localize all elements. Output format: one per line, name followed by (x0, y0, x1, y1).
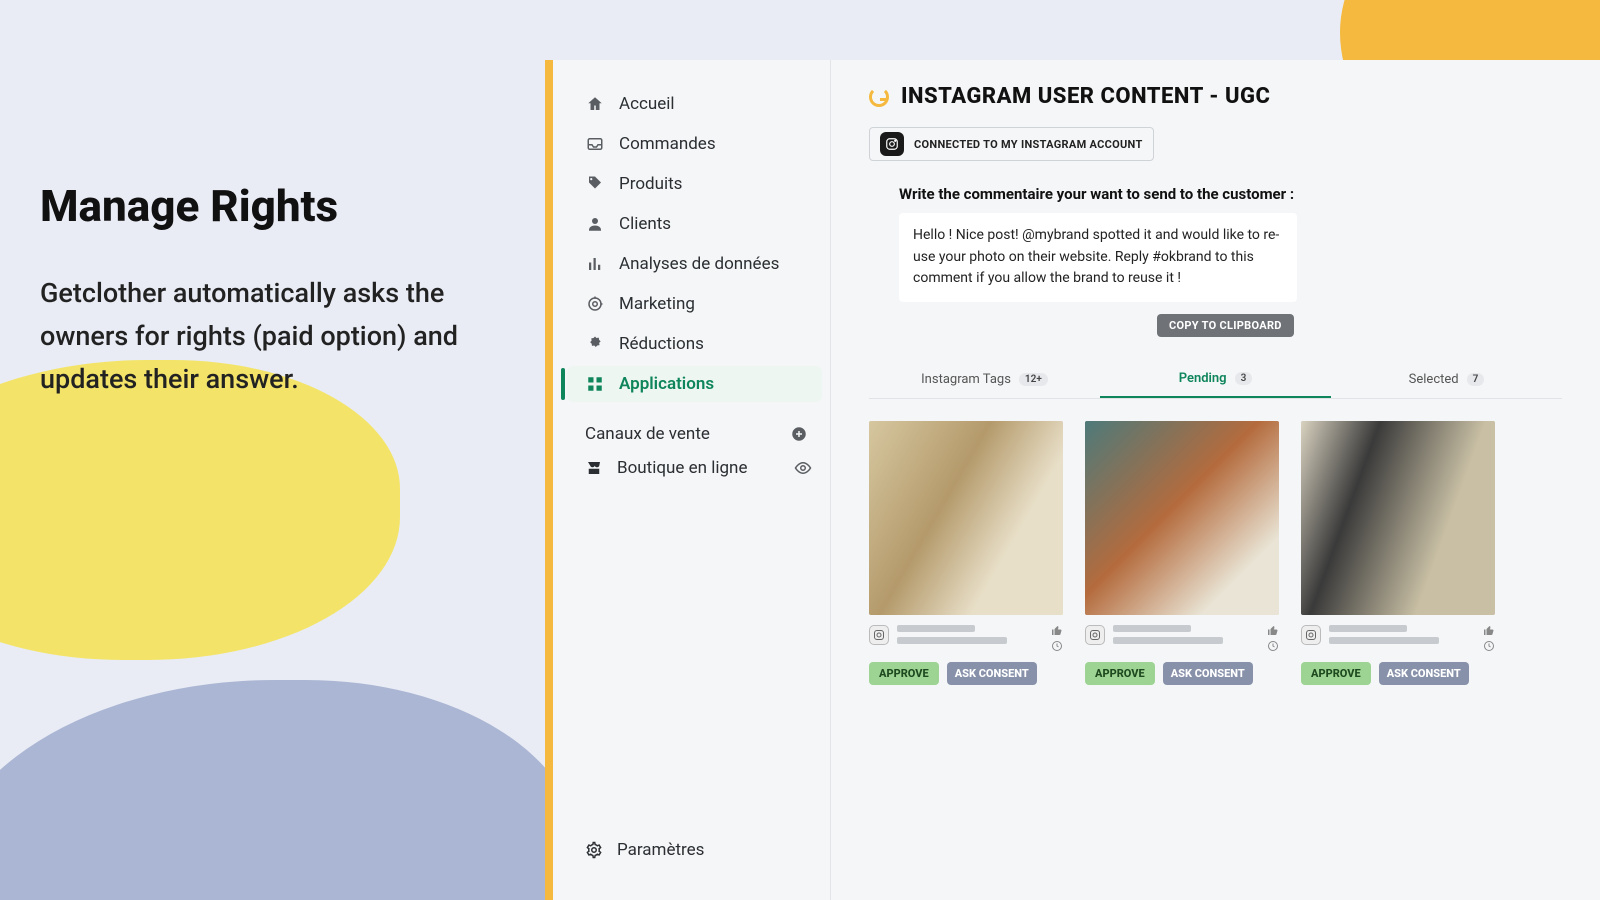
approve-button[interactable]: APPROVE (869, 662, 939, 685)
tab-pending[interactable]: Pending 3 (1100, 361, 1331, 398)
sidebar-item-apps[interactable]: Applications (567, 366, 822, 402)
tabs: Instagram Tags 12+ Pending 3 Selected 7 (869, 361, 1562, 399)
target-icon (585, 294, 605, 314)
ask-consent-button[interactable]: ASK CONSENT (1379, 662, 1469, 685)
tab-label: Instagram Tags (921, 372, 1011, 387)
tab-count-badge: 12+ (1019, 373, 1048, 386)
store-icon (585, 459, 603, 477)
compose-textarea[interactable]: Hello ! Nice post! @mybrand spotted it a… (899, 213, 1297, 302)
meta-right (1051, 625, 1063, 652)
ugc-card: APPROVE ASK CONSENT (1301, 421, 1495, 685)
decorative-blob-yellow (0, 360, 400, 660)
sidebar-item-label: Boutique en ligne (617, 458, 747, 478)
user-icon (585, 214, 605, 234)
tab-count-badge: 7 (1467, 373, 1485, 386)
ask-consent-button[interactable]: ASK CONSENT (947, 662, 1037, 685)
cards-grid: APPROVE ASK CONSENT (869, 421, 1562, 685)
instagram-connect-badge[interactable]: CONNECTED TO MY INSTAGRAM ACCOUNT (869, 127, 1154, 161)
home-icon (585, 94, 605, 114)
tab-count-badge: 3 (1235, 372, 1253, 385)
apps-icon (585, 374, 605, 394)
sidebar-item-discounts[interactable]: Réductions (567, 326, 822, 362)
meta-placeholder (897, 625, 1043, 644)
sidebar-item-marketing[interactable]: Marketing (567, 286, 822, 322)
meta-right (1483, 625, 1495, 652)
meta-placeholder (1329, 625, 1475, 644)
approve-button[interactable]: APPROVE (1085, 662, 1155, 685)
ugc-card: APPROVE ASK CONSENT (1085, 421, 1279, 685)
ugc-card: APPROVE ASK CONSENT (869, 421, 1063, 685)
ugc-thumbnail[interactable] (1301, 421, 1495, 615)
page-title: INSTAGRAM USER CONTENT - UGC (901, 84, 1270, 109)
tab-label: Selected (1409, 372, 1459, 387)
instagram-icon (880, 132, 904, 156)
sidebar-item-label: Produits (619, 174, 682, 194)
thumbs-up-icon (1051, 625, 1063, 637)
sidebar-channels-label: Canaux de vente (585, 424, 710, 444)
instagram-icon (1085, 625, 1105, 645)
ugc-thumbnail[interactable] (869, 421, 1063, 615)
tab-instagram-tags[interactable]: Instagram Tags 12+ (869, 361, 1100, 398)
connect-label: CONNECTED TO MY INSTAGRAM ACCOUNT (914, 138, 1143, 151)
sidebar-item-customers[interactable]: Clients (567, 206, 822, 242)
sidebar: Accueil Commandes Produits Clients Analy (545, 60, 830, 900)
tab-selected[interactable]: Selected 7 (1331, 361, 1562, 398)
sidebar-channels-header: Canaux de vente (553, 404, 830, 450)
marketing-panel: Manage Rights Getclother automatically a… (40, 180, 490, 402)
approve-button[interactable]: APPROVE (1301, 662, 1371, 685)
sidebar-item-label: Applications (619, 374, 714, 394)
sidebar-item-analytics[interactable]: Analyses de données (567, 246, 822, 282)
marketing-title: Manage Rights (40, 180, 490, 232)
instagram-icon (1301, 625, 1321, 645)
compose-label: Write the commentaire your want to send … (899, 185, 1552, 203)
meta-right (1267, 625, 1279, 652)
sidebar-item-label: Commandes (619, 134, 716, 154)
sidebar-item-label: Analyses de données (619, 254, 779, 274)
sidebar-item-label: Paramètres (617, 840, 704, 860)
clock-icon (1051, 640, 1063, 652)
sidebar-item-products[interactable]: Produits (567, 166, 822, 202)
sidebar-item-label: Marketing (619, 294, 695, 314)
bar-chart-icon (585, 254, 605, 274)
decorative-blob-blue (0, 680, 580, 900)
gear-icon (585, 841, 603, 859)
tag-icon (585, 174, 605, 194)
ugc-thumbnail[interactable] (1085, 421, 1279, 615)
sidebar-item-label: Réductions (619, 334, 704, 354)
ask-consent-button[interactable]: ASK CONSENT (1163, 662, 1253, 685)
instagram-icon (869, 625, 889, 645)
meta-placeholder (1113, 625, 1259, 644)
clock-icon (1267, 640, 1279, 652)
thumbs-up-icon (1483, 625, 1495, 637)
discount-icon (585, 334, 605, 354)
sidebar-item-settings[interactable]: Paramètres (553, 830, 830, 870)
plus-circle-icon[interactable] (790, 425, 808, 443)
sidebar-item-orders[interactable]: Commandes (567, 126, 822, 162)
brand-logo-icon (869, 87, 889, 107)
sidebar-item-home[interactable]: Accueil (567, 86, 822, 122)
copy-to-clipboard-button[interactable]: COPY TO CLIPBOARD (1157, 314, 1294, 337)
thumbs-up-icon (1267, 625, 1279, 637)
marketing-body: Getclother automatically asks the owners… (40, 272, 490, 402)
main-panel: INSTAGRAM USER CONTENT - UGC CONNECTED T… (830, 60, 1600, 900)
app-window: Accueil Commandes Produits Clients Analy (545, 60, 1600, 900)
sidebar-item-label: Clients (619, 214, 671, 234)
clock-icon (1483, 640, 1495, 652)
inbox-icon (585, 134, 605, 154)
tab-label: Pending (1179, 371, 1227, 386)
sidebar-item-online-store[interactable]: Boutique en ligne (553, 450, 830, 486)
eye-icon[interactable] (794, 459, 812, 477)
sidebar-item-label: Accueil (619, 94, 675, 114)
